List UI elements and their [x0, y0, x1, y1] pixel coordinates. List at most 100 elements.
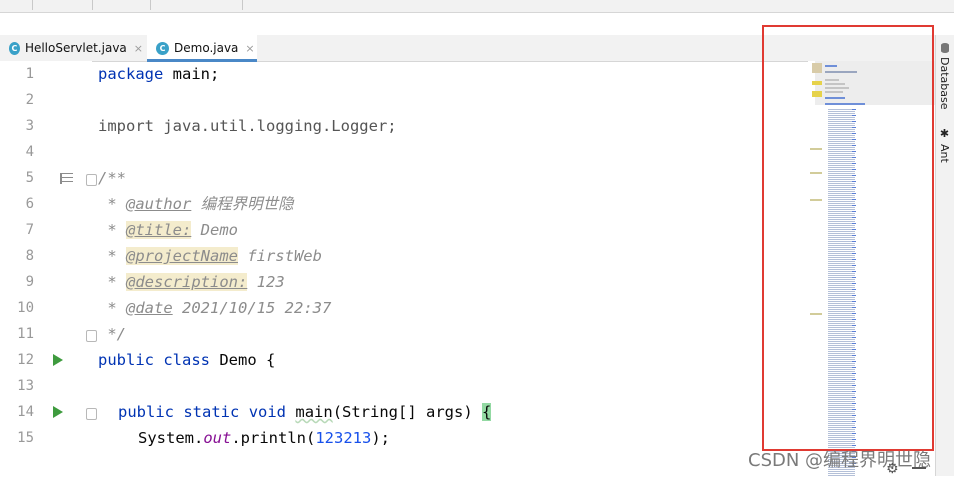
line-number: 14 — [17, 404, 34, 420]
editor-gutter: 1 2 3 4 5 6 7 8 9 10 11 12 13 14 15 — [0, 61, 97, 476]
keyword: public — [118, 403, 174, 421]
keyword: void — [248, 403, 287, 421]
comment-text: * — [98, 221, 126, 239]
minimap-code-block — [828, 109, 855, 476]
code-line: System.out.println(123213); — [138, 425, 390, 451]
line-number: 3 — [25, 118, 34, 134]
minimap-line — [825, 71, 857, 73]
minimap-line — [825, 97, 845, 99]
comment-text: * — [98, 299, 126, 317]
keyword: static — [183, 403, 240, 421]
code-text: (String[] args) — [332, 403, 482, 421]
line-number: 5 — [25, 170, 34, 186]
close-icon[interactable]: × — [134, 42, 143, 55]
database-icon — [940, 43, 949, 53]
code-minimap[interactable] — [808, 61, 935, 476]
toolbar-separator — [92, 0, 93, 10]
ant-icon: ✱ — [938, 127, 951, 140]
run-main-icon[interactable] — [53, 406, 63, 418]
minimap-block — [812, 91, 822, 97]
comment-text: * — [98, 247, 126, 265]
gear-icon[interactable]: ⚙ — [886, 461, 899, 477]
javadoc-tag: @date — [126, 299, 173, 317]
code-line: public static void main(String[] args) { — [118, 399, 492, 425]
code-line: */ — [98, 321, 126, 347]
code-text: java.util.logging.Logger; — [154, 117, 397, 135]
toolbar-separator — [150, 0, 151, 10]
code-text: Demo { — [210, 351, 276, 369]
code-text: ); — [371, 429, 390, 447]
comment-text: /** — [98, 169, 126, 187]
keyword: package — [98, 65, 164, 83]
top-toolbar-strip — [0, 0, 954, 13]
line-number: 2 — [25, 92, 34, 108]
database-tool-tab[interactable]: Database — [938, 43, 951, 110]
method-name: main — [295, 403, 333, 421]
line-number: 7 — [25, 222, 34, 238]
run-class-icon[interactable] — [53, 354, 63, 366]
code-line: * @date 2021/10/15 22:37 — [98, 295, 331, 321]
code-line: * @projectName firstWeb — [98, 243, 322, 269]
line-number: 4 — [25, 144, 34, 160]
toolbar-separator — [32, 0, 33, 10]
close-icon[interactable]: × — [245, 42, 254, 55]
comment-text: */ — [98, 325, 126, 343]
tab-demo[interactable]: C Demo.java × — [147, 35, 257, 62]
minimap-marker — [810, 313, 822, 315]
minimap-line — [825, 87, 849, 89]
code-line: * @author 编程界明世隐 — [98, 191, 294, 217]
code-line: public class Demo { — [98, 347, 275, 373]
minimap-marker — [810, 172, 822, 174]
javadoc-tag: @description: — [126, 273, 248, 291]
line-number: 11 — [17, 326, 34, 342]
tool-tab-label: Ant — [938, 144, 951, 163]
javadoc-tag: @author — [126, 195, 192, 213]
watermark: CSDN @编程界明世隐 — [748, 450, 932, 471]
tool-tab-label: Database — [938, 57, 951, 110]
line-number: 13 — [17, 378, 34, 394]
minimap-marker — [810, 199, 822, 201]
minimap-line — [825, 79, 839, 81]
code-line: /** — [98, 165, 126, 191]
line-number: 12 — [17, 352, 34, 368]
code-editor[interactable]: package main; import java.util.logging.L… — [92, 61, 808, 476]
code-text: .println( — [231, 429, 316, 447]
comment-text: firstWeb — [237, 247, 322, 265]
line-number: 9 — [25, 274, 34, 290]
render-doc-icon[interactable] — [60, 173, 73, 184]
code-line: import java.util.logging.Logger; — [98, 113, 397, 139]
right-tool-window-bar: Database ✱ Ant — [935, 35, 954, 476]
number-literal: 123213 — [315, 429, 372, 447]
editor-tab-bar: C HelloServlet.java × C Demo.java × — [0, 35, 935, 62]
minimap-line — [825, 91, 843, 93]
line-number: 8 — [25, 248, 34, 264]
code-line: * @title: Demo — [98, 217, 238, 243]
line-number: 10 — [17, 300, 34, 316]
minimap-marker — [810, 148, 822, 150]
line-number: 1 — [25, 66, 34, 82]
comment-text: 2021/10/15 22:37 — [172, 299, 332, 317]
line-number: 15 — [17, 430, 34, 446]
comment-text: * — [98, 273, 126, 291]
code-text: main; — [163, 65, 220, 83]
tab-label: HelloServlet.java — [24, 41, 127, 55]
javadoc-tag: @projectName — [126, 247, 238, 265]
toolbar-separator — [242, 0, 243, 10]
comment-text: 123 — [247, 273, 285, 291]
code-text: System. — [138, 429, 204, 447]
tab-helloservlet[interactable]: C HelloServlet.java × — [9, 35, 143, 61]
minimap-line — [825, 65, 837, 67]
minimap-code-block — [852, 109, 856, 469]
minimap-block — [812, 63, 822, 73]
javadoc-tag: @title: — [126, 221, 192, 239]
comment-text: 编程界明世隐 — [191, 195, 294, 213]
tab-label: Demo.java — [174, 41, 239, 55]
matched-brace: { — [482, 403, 492, 421]
minimize-icon[interactable] — [912, 467, 926, 469]
class-icon: C — [156, 41, 169, 55]
code-line: * @description: 123 — [98, 269, 285, 295]
comment-text: * — [98, 195, 126, 213]
ant-tool-tab[interactable]: ✱ Ant — [938, 127, 951, 163]
minimap-block — [812, 81, 822, 85]
class-icon: C — [9, 41, 20, 55]
